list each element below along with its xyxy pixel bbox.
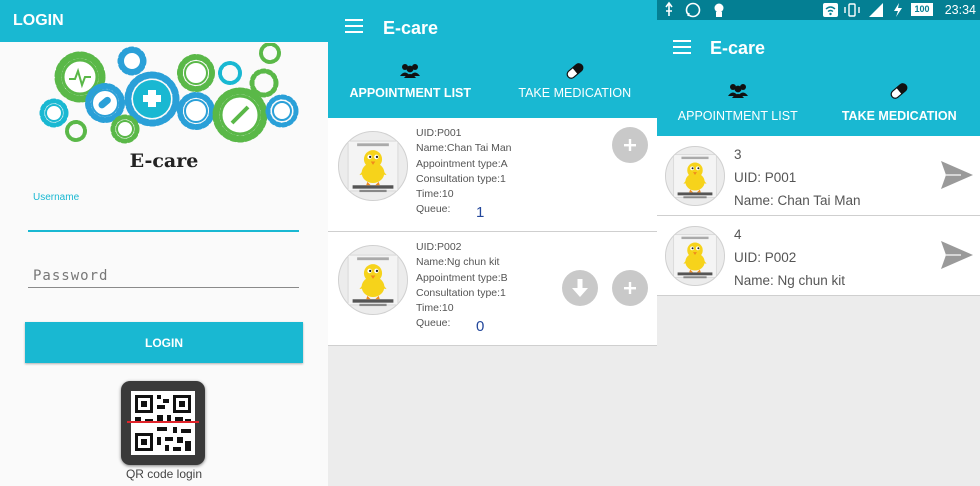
send-icon bbox=[941, 241, 973, 269]
queue-label: Queue: bbox=[416, 203, 451, 216]
consultation-type: Consultation type:1 bbox=[416, 172, 506, 185]
move-down-button[interactable] bbox=[562, 270, 598, 306]
tab-label: TAKE MEDICATION bbox=[518, 86, 632, 100]
patient-avatar bbox=[338, 245, 408, 315]
medication-name: Name: Chan Tai Man bbox=[734, 193, 861, 208]
password-input[interactable] bbox=[28, 264, 299, 288]
medication-name: Name: Ng chun kit bbox=[734, 273, 846, 288]
tab-take-medication[interactable]: TAKE MEDICATION bbox=[819, 82, 980, 123]
qr-login-caption: QR code login bbox=[125, 467, 203, 481]
tab-appointment-list[interactable]: APPOINTMENT LIST bbox=[657, 82, 819, 123]
take-medication-screen: 100 23:34 E-care APPOINTMENT LIST TAKE M… bbox=[657, 0, 980, 486]
login-button[interactable]: LOGIN bbox=[25, 322, 303, 363]
notification-icons bbox=[665, 1, 724, 18]
queue-number: 0 bbox=[476, 318, 485, 335]
app-bar: E-care APPOINTMENT LIST TAKE MEDICATION bbox=[657, 20, 980, 136]
username-label: Username bbox=[33, 192, 80, 203]
appointment-time: Time:10 bbox=[416, 188, 454, 201]
medication-details: 4 UID: P002 Name: Ng chun kit bbox=[734, 223, 845, 292]
pill-icon bbox=[889, 82, 910, 100]
tab-label: APPOINTMENT LIST bbox=[677, 109, 798, 123]
appointment-uid: UID:P002 bbox=[416, 241, 462, 253]
medication-number: 3 bbox=[734, 147, 742, 162]
tab-take-medication[interactable]: TAKE MEDICATION bbox=[493, 62, 658, 100]
login-screen: LOGIN E-care Username LOGIN QR code logi… bbox=[0, 0, 328, 486]
queue-label: Queue: bbox=[416, 317, 451, 330]
patient-avatar bbox=[665, 226, 725, 286]
appointment-uid: UID:P001 bbox=[416, 127, 462, 139]
appointment-details: UID:P002 Name:Ng chun kit Appointment ty… bbox=[416, 240, 508, 332]
send-button[interactable] bbox=[939, 238, 975, 272]
brand-name: E-care bbox=[129, 150, 199, 172]
appointment-type: Appointment type:B bbox=[416, 271, 508, 284]
medication-number: 4 bbox=[734, 227, 742, 242]
system-status-icons bbox=[823, 3, 902, 17]
send-icon bbox=[941, 161, 973, 189]
login-header-title: LOGIN bbox=[13, 12, 64, 29]
group-icon bbox=[727, 84, 748, 98]
medication-card[interactable]: 3 UID: P001 Name: Chan Tai Man bbox=[657, 136, 980, 216]
menu-icon[interactable] bbox=[345, 19, 365, 35]
medication-uid: UID: P001 bbox=[734, 170, 797, 185]
status-clock: 23:34 bbox=[944, 3, 976, 17]
consultation-type: Consultation type:1 bbox=[416, 286, 506, 299]
gears-logo-icon bbox=[39, 43, 299, 144]
appointment-name: Name:Chan Tai Man bbox=[416, 142, 512, 155]
tab-label: APPOINTMENT LIST bbox=[349, 86, 472, 100]
appointment-details: UID:P001 Name:Chan Tai Man Appointment t… bbox=[416, 126, 512, 218]
appointment-time: Time:10 bbox=[416, 302, 454, 315]
appointment-card[interactable]: UID:P001 Name:Chan Tai Man Appointment t… bbox=[328, 118, 657, 232]
app-title: E-care bbox=[710, 38, 766, 58]
arrow-down-icon bbox=[572, 279, 588, 297]
group-icon bbox=[400, 64, 421, 78]
tab-appointment-list[interactable]: APPOINTMENT LIST bbox=[328, 62, 493, 100]
send-button[interactable] bbox=[939, 158, 975, 192]
medication-card[interactable]: 4 UID: P002 Name: Ng chun kit bbox=[657, 216, 980, 296]
qr-code-icon bbox=[127, 391, 199, 455]
qr-login-button[interactable] bbox=[121, 381, 205, 465]
tab-label: TAKE MEDICATION bbox=[841, 109, 957, 123]
patient-avatar bbox=[338, 131, 408, 201]
queue-number: 1 bbox=[476, 204, 485, 221]
app-bar: E-care APPOINTMENT LIST TAKE MEDICATION bbox=[328, 0, 657, 118]
add-button[interactable] bbox=[612, 270, 648, 306]
app-title: E-care bbox=[383, 18, 439, 38]
patient-avatar bbox=[665, 146, 725, 206]
appointment-card[interactable]: UID:P002 Name:Ng chun kit Appointment ty… bbox=[328, 232, 657, 346]
menu-icon[interactable] bbox=[673, 40, 693, 56]
medication-details: 3 UID: P001 Name: Chan Tai Man bbox=[734, 143, 861, 212]
status-bar: 100 23:34 bbox=[657, 0, 980, 20]
pill-icon bbox=[564, 62, 585, 80]
appointment-list-screen: E-care APPOINTMENT LIST TAKE MEDICATION … bbox=[328, 0, 657, 486]
medication-uid: UID: P002 bbox=[734, 250, 797, 265]
username-input[interactable] bbox=[28, 208, 299, 232]
login-header: LOGIN bbox=[0, 0, 328, 42]
appointment-type: Appointment type:A bbox=[416, 157, 508, 170]
add-button[interactable] bbox=[612, 127, 648, 163]
plus-icon bbox=[624, 139, 636, 151]
battery-indicator: 100 bbox=[911, 3, 933, 16]
plus-icon bbox=[624, 282, 636, 294]
appointment-name: Name:Ng chun kit bbox=[416, 256, 500, 269]
